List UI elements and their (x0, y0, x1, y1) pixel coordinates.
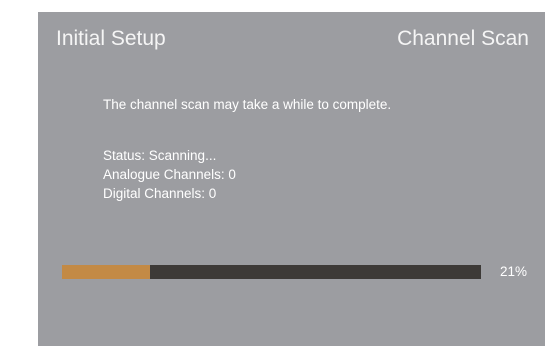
initial-setup-title: Initial Setup (56, 27, 166, 50)
screen: Initial Setup Channel Scan The channel s… (0, 0, 545, 358)
scan-status-block: Status: Scanning... Analogue Channels: 0… (103, 146, 236, 203)
scan-status-text: Status: Scanning... (103, 148, 217, 163)
scan-progress-fill (62, 265, 150, 279)
channel-scan-panel: Initial Setup Channel Scan The channel s… (38, 12, 545, 346)
scan-progress-percent: 21% (499, 264, 527, 279)
digital-channels-count: Digital Channels: 0 (103, 186, 217, 201)
scan-info-message: The channel scan may take a while to com… (103, 97, 392, 112)
channel-scan-title: Channel Scan (397, 27, 529, 50)
scan-progress-bar (62, 265, 481, 279)
analogue-channels-count: Analogue Channels: 0 (103, 167, 236, 182)
